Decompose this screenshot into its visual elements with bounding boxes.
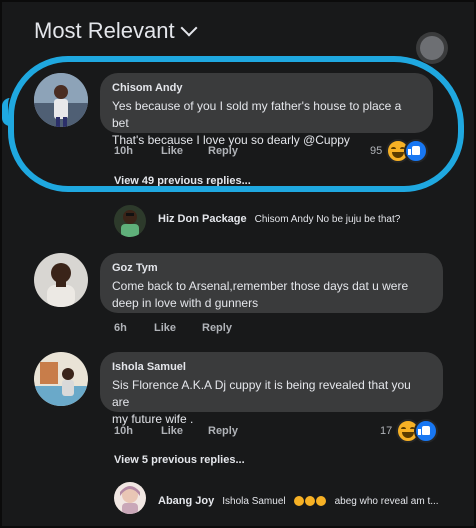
- reply-text: Chisom Andy No be juju be that?: [254, 213, 401, 225]
- reply-avatar[interactable]: [114, 205, 146, 237]
- comment-time: 6h: [114, 322, 127, 334]
- comment-bubble[interactable]: Ishola Samuel Sis Florence A.K.A Dj cupp…: [100, 352, 443, 426]
- comment-text-line: Sis Florence A.K.A Dj cuppy it is being …: [112, 378, 411, 409]
- sort-label: Most Relevant: [34, 18, 175, 43]
- reply-author[interactable]: Hiz Don Package: [158, 213, 247, 225]
- reaction-summary[interactable]: 17: [380, 419, 439, 443]
- avatar-photo-icon: [34, 253, 88, 307]
- chevron-down-icon: [180, 19, 198, 37]
- reply-button[interactable]: Reply: [202, 322, 232, 334]
- comment-text-line: Come back to Arsenal,remember those days…: [112, 279, 409, 293]
- reply-button[interactable]: Reply: [208, 425, 238, 437]
- reply-item: Abang Joy Ishola Samuel abeg who reveal …: [158, 492, 439, 510]
- haha-emoji-group-icon: [293, 492, 327, 510]
- like-button[interactable]: Like: [161, 425, 183, 437]
- avatar-photo-icon: [114, 482, 146, 514]
- avatar[interactable]: [34, 253, 88, 307]
- reply-avatar[interactable]: [114, 482, 146, 514]
- comment-author[interactable]: Ishola Samuel: [112, 361, 431, 373]
- reply-mention[interactable]: Ishola Samuel: [222, 496, 285, 507]
- avatar-photo-icon: [114, 205, 146, 237]
- reply-item: Hiz Don Package Chisom Andy No be juju b…: [158, 213, 400, 225]
- scroll-handle[interactable]: [420, 36, 444, 60]
- reply-text: abeg who reveal am t...: [334, 495, 439, 507]
- comment-author[interactable]: Goz Tym: [112, 262, 431, 274]
- like-reaction-icon: [414, 419, 439, 443]
- view-previous-replies-link[interactable]: View 5 previous replies...: [114, 454, 245, 466]
- comment-time: 10h: [114, 425, 133, 437]
- highlight-circle: [8, 56, 464, 192]
- comment-bubble[interactable]: Goz Tym Come back to Arsenal,remember th…: [100, 253, 443, 313]
- avatar-photo-icon: [34, 352, 88, 406]
- like-button[interactable]: Like: [154, 322, 176, 334]
- highlight-stroke-tail: [2, 98, 24, 126]
- reply-author[interactable]: Abang Joy: [158, 495, 214, 507]
- sort-dropdown[interactable]: Most Relevant: [34, 18, 198, 44]
- avatar[interactable]: [34, 352, 88, 406]
- comment-text-line: deep in love with d gunners: [112, 296, 259, 310]
- reaction-count: 17: [380, 425, 393, 437]
